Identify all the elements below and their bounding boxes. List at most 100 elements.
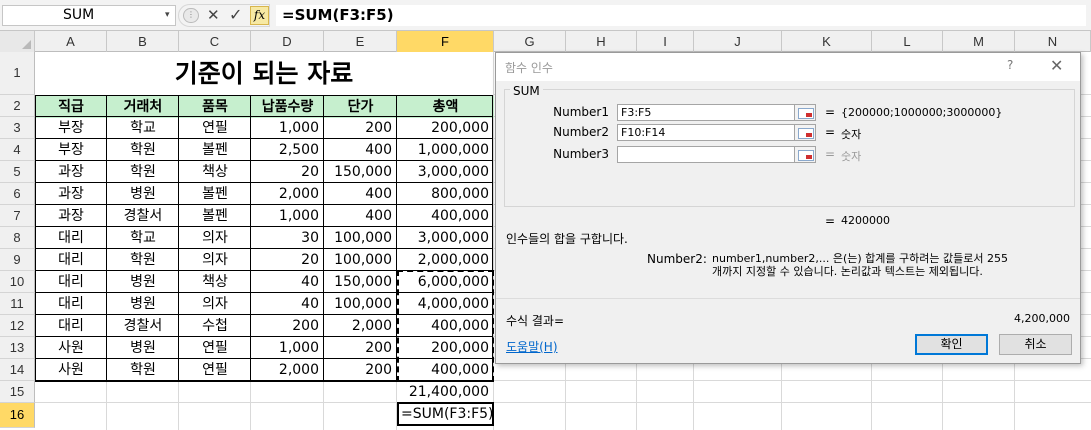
table-cell[interactable]: 볼펜 [179, 139, 251, 161]
table-cell[interactable]: 30 [251, 227, 324, 249]
table-cell[interactable]: 4,000,000 [397, 293, 494, 315]
row-header-3[interactable]: 3 [0, 117, 35, 139]
table-cell[interactable]: 학원 [107, 249, 179, 271]
table-cell[interactable]: 책상 [179, 271, 251, 293]
table-cell[interactable]: 연필 [179, 359, 251, 381]
table-cell[interactable]: 100,000 [324, 293, 397, 315]
header-cell[interactable]: 품목 [179, 96, 251, 118]
table-cell[interactable]: 2,000 [324, 315, 397, 337]
chevron-down-icon[interactable]: ▾ [165, 6, 170, 25]
row-header-12[interactable]: 12 [0, 315, 35, 337]
header-cell[interactable]: 거래처 [107, 96, 179, 118]
row-header-13[interactable]: 13 [0, 337, 35, 359]
table-cell[interactable]: 200 [324, 337, 397, 359]
row-header-1[interactable]: 1 [0, 52, 35, 95]
header-cell[interactable]: 직급 [35, 96, 107, 118]
row-header-4[interactable]: 4 [0, 139, 35, 161]
table-cell[interactable]: 400,000 [397, 359, 494, 381]
row-header-11[interactable]: 11 [0, 293, 35, 315]
table-cell[interactable]: 병원 [107, 337, 179, 359]
table-cell[interactable]: 병원 [107, 183, 179, 205]
header-cell[interactable]: 총액 [397, 96, 494, 118]
table-cell[interactable]: 400,000 [397, 315, 494, 337]
table-cell[interactable]: 경찰서 [107, 315, 179, 337]
select-all-corner[interactable] [0, 31, 35, 52]
table-cell[interactable]: 1,000 [251, 117, 324, 139]
argument-input[interactable] [617, 146, 795, 163]
table-cell[interactable]: 병원 [107, 271, 179, 293]
dialog-titlebar[interactable]: 함수 인수 ? ✕ [496, 53, 1080, 81]
table-cell[interactable]: 40 [251, 293, 324, 315]
name-box[interactable]: SUM ▾ [2, 5, 176, 26]
range-picker-icon[interactable] [794, 104, 816, 121]
table-cell[interactable]: 200,000 [397, 337, 494, 359]
column-header-f[interactable]: F [397, 31, 494, 52]
formula-input[interactable]: =SUM(F3:F5) [276, 5, 1086, 26]
column-header-n[interactable]: N [1015, 31, 1091, 52]
argument-input[interactable]: F3:F5 [617, 104, 795, 121]
table-cell[interactable]: 볼펜 [179, 205, 251, 227]
table-cell[interactable]: 20 [251, 249, 324, 271]
argument-input[interactable]: F10:F14 [617, 124, 795, 141]
table-cell[interactable]: 병원 [107, 293, 179, 315]
table-cell[interactable]: 경찰서 [107, 205, 179, 227]
table-cell[interactable]: 사원 [35, 337, 107, 359]
column-header-j[interactable]: J [694, 31, 782, 52]
table-cell[interactable]: 1,000 [251, 337, 324, 359]
table-cell[interactable]: 2,500 [251, 139, 324, 161]
header-cell[interactable]: 납품수량 [251, 96, 324, 118]
enter-icon[interactable]: ✓ [229, 5, 242, 24]
range-picker-icon[interactable] [794, 146, 816, 163]
column-header-l[interactable]: L [872, 31, 943, 52]
table-cell[interactable]: 400 [324, 139, 397, 161]
table-cell[interactable]: 1,000,000 [397, 139, 494, 161]
header-cell[interactable]: 단가 [324, 96, 397, 118]
table-cell[interactable]: 학교 [107, 227, 179, 249]
table-cell[interactable]: 6,000,000 [397, 271, 494, 293]
table-cell[interactable]: 150,000 [324, 271, 397, 293]
column-header-a[interactable]: A [35, 31, 107, 52]
row-header-6[interactable]: 6 [0, 183, 35, 205]
column-header-e[interactable]: E [324, 31, 397, 52]
table-cell[interactable]: 책상 [179, 161, 251, 183]
table-cell[interactable]: 학원 [107, 359, 179, 381]
table-cell[interactable]: 볼펜 [179, 183, 251, 205]
table-cell[interactable]: 150,000 [324, 161, 397, 183]
table-cell[interactable]: 과장 [35, 183, 107, 205]
column-header-k[interactable]: K [782, 31, 872, 52]
ok-button[interactable]: 확인 [915, 334, 988, 355]
column-header-d[interactable]: D [251, 31, 324, 52]
table-cell[interactable]: 200 [324, 117, 397, 139]
row-header-7[interactable]: 7 [0, 205, 35, 227]
row-header-14[interactable]: 14 [0, 359, 35, 381]
table-cell[interactable]: 대리 [35, 249, 107, 271]
row-header-2[interactable]: 2 [0, 95, 35, 117]
table-cell[interactable]: 부장 [35, 139, 107, 161]
column-header-m[interactable]: M [943, 31, 1015, 52]
table-cell[interactable]: 학교 [107, 117, 179, 139]
row-header-16[interactable]: 16 [0, 403, 35, 428]
help-link[interactable]: 도움말(H) [506, 338, 558, 355]
column-header-i[interactable]: I [637, 31, 694, 52]
table-cell[interactable]: 2,000,000 [397, 249, 494, 271]
table-cell[interactable]: 200 [324, 359, 397, 381]
table-cell[interactable]: 3,000,000 [397, 161, 494, 183]
table-cell[interactable]: 연필 [179, 337, 251, 359]
table-cell[interactable]: 대리 [35, 271, 107, 293]
table-cell[interactable]: 2,000 [251, 359, 324, 381]
sheet-title[interactable]: 기준이 되는 자료 [35, 52, 493, 95]
table-cell[interactable]: 과장 [35, 161, 107, 183]
cancel-icon[interactable]: ✕ [207, 6, 220, 24]
table-cell[interactable]: 400 [324, 205, 397, 227]
table-cell[interactable]: 의자 [179, 227, 251, 249]
table-cell[interactable]: 의자 [179, 249, 251, 271]
table-cell[interactable]: 400 [324, 183, 397, 205]
column-header-h[interactable]: H [566, 31, 637, 52]
row-header-9[interactable]: 9 [0, 249, 35, 271]
column-header-c[interactable]: C [179, 31, 251, 52]
column-header-g[interactable]: G [494, 31, 566, 52]
column-header-b[interactable]: B [107, 31, 179, 52]
table-cell[interactable]: 부장 [35, 117, 107, 139]
table-cell[interactable]: 대리 [35, 315, 107, 337]
table-cell[interactable]: 2,000 [251, 183, 324, 205]
